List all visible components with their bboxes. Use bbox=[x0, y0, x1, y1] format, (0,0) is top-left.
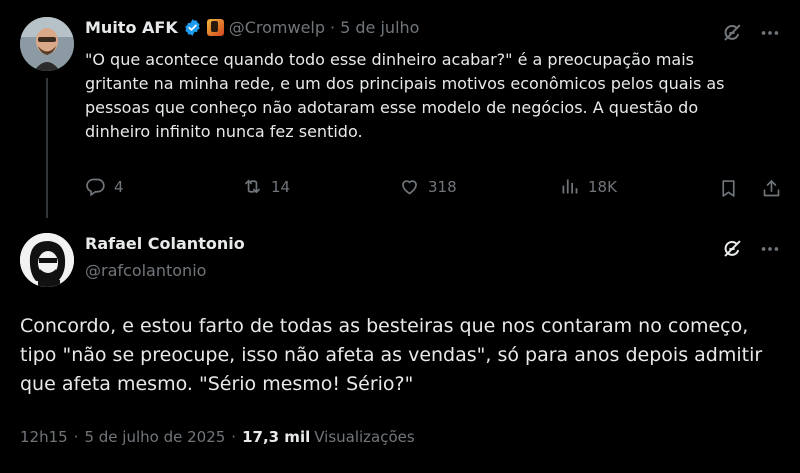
bookmark-icon[interactable] bbox=[716, 176, 740, 200]
parent-avatar[interactable] bbox=[20, 17, 74, 71]
meta-separator: · bbox=[231, 428, 237, 446]
views-button[interactable]: 18K bbox=[559, 176, 617, 197]
author-handle[interactable]: @rafcolantonio bbox=[85, 261, 206, 280]
verified-badge-icon bbox=[183, 18, 202, 37]
views-count: 17,3 mil bbox=[242, 428, 311, 446]
repost-count: 14 bbox=[271, 177, 291, 196]
parent-handle[interactable]: @Cromwelp bbox=[229, 18, 325, 37]
share-icon[interactable] bbox=[759, 176, 783, 200]
repost-button[interactable]: 14 bbox=[242, 176, 290, 197]
parent-separator: · bbox=[330, 17, 336, 37]
repost-icon bbox=[242, 176, 263, 197]
reply-count: 4 bbox=[114, 177, 124, 196]
parent-display-name[interactable]: Muito AFK bbox=[85, 18, 178, 37]
views-count: 18K bbox=[588, 177, 617, 196]
like-button[interactable]: 318 bbox=[399, 176, 457, 197]
more-icon[interactable] bbox=[757, 20, 783, 46]
views-label: Visualizações bbox=[314, 428, 415, 446]
tweet-meta: 12h15 · 5 de julho de 2025 · 17,3 mil Vi… bbox=[20, 428, 415, 446]
thread-connector bbox=[46, 78, 48, 218]
parent-date[interactable]: 5 de julho bbox=[340, 18, 419, 37]
like-icon bbox=[399, 176, 420, 197]
tweet-date[interactable]: 5 de julho de 2025 bbox=[84, 428, 225, 446]
parent-tweet-text: "O que acontece quando todo esse dinheir… bbox=[85, 50, 725, 141]
author-avatar[interactable] bbox=[20, 233, 74, 287]
more-icon[interactable] bbox=[757, 236, 783, 262]
author-display-name[interactable]: Rafael Colantonio bbox=[85, 234, 245, 253]
tweet-time[interactable]: 12h15 bbox=[20, 428, 68, 446]
meta-separator: · bbox=[73, 428, 79, 446]
grok-icon[interactable] bbox=[719, 236, 745, 262]
reply-icon bbox=[85, 176, 106, 197]
main-tweet-text: Concordo, e estou farto de todas as best… bbox=[20, 315, 763, 395]
reply-button[interactable]: 4 bbox=[85, 176, 124, 197]
like-count: 318 bbox=[428, 177, 457, 196]
grok-icon[interactable] bbox=[719, 20, 745, 46]
affiliate-badge-icon[interactable] bbox=[206, 18, 224, 36]
views-icon bbox=[559, 176, 580, 197]
